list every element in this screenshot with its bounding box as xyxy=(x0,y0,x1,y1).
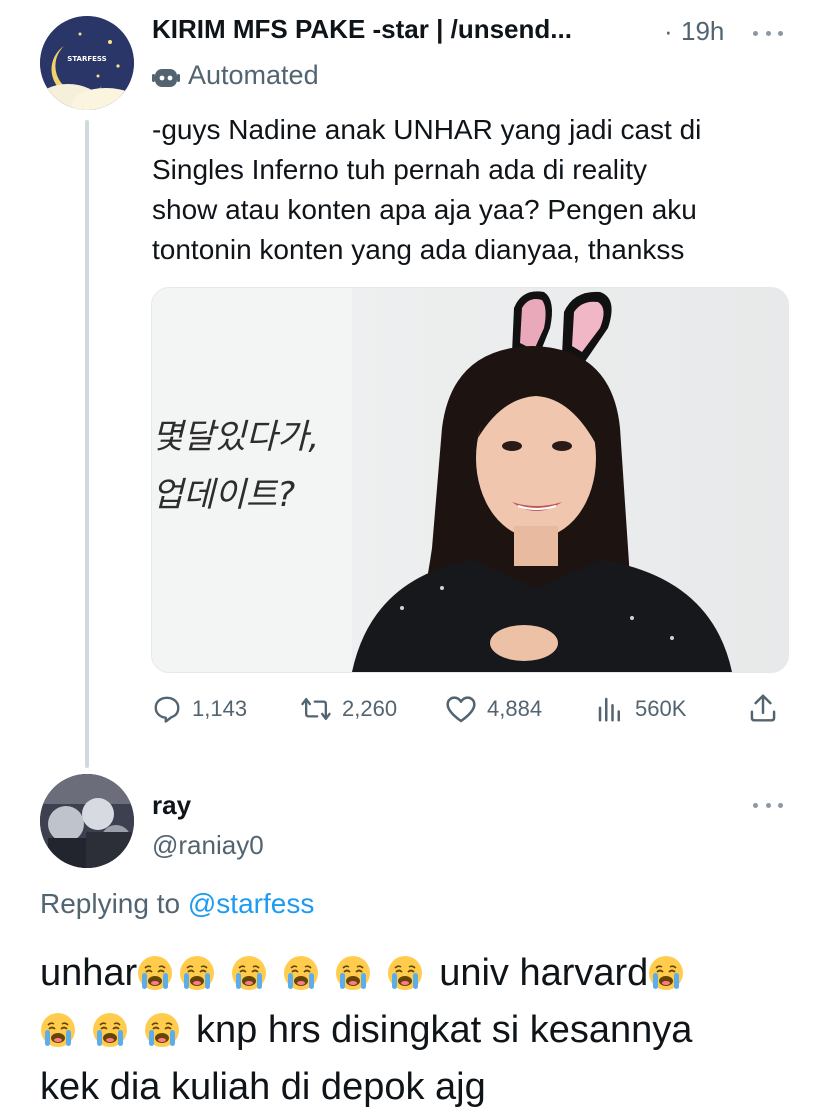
tweet-text-line: Singles Inferno tuh pernah ada di realit… xyxy=(152,154,647,185)
replying-to-handle-link[interactable]: @starfess xyxy=(188,888,314,919)
ray-avatar[interactable] xyxy=(40,774,134,868)
reply-text: unhar univ harvard knp hrs disingkat si k… xyxy=(40,945,800,1116)
crying-face-icon xyxy=(335,955,372,991)
like-count: 4,884 xyxy=(487,696,543,721)
reply-author-name[interactable]: ray xyxy=(152,790,191,821)
thread-line xyxy=(85,120,89,768)
media-caption-line: 업데이트? xyxy=(152,475,295,515)
reply-word: unhar xyxy=(40,952,138,994)
starfess-avatar[interactable]: STARFESS xyxy=(40,16,134,110)
reply-button[interactable]: 1,143 xyxy=(152,694,247,724)
tweet-text: -guys Nadine anak UNHAR yang jadi cast d… xyxy=(152,110,792,270)
replying-to: Replying to @starfess xyxy=(40,888,314,920)
time-separator: · xyxy=(664,16,673,46)
more-options-icon[interactable] xyxy=(753,29,783,37)
replying-to-label: Replying to xyxy=(40,888,181,919)
views-count: 560K xyxy=(635,696,687,721)
reply-word: knp hrs disingkat si kesannya xyxy=(196,1009,693,1051)
tweet-media-image[interactable]: 몇달있다가, 업데이트? xyxy=(151,287,789,673)
more-options-icon[interactable] xyxy=(753,801,783,809)
svg-text:STARFESS: STARFESS xyxy=(67,55,106,63)
reply-word: univ harvard xyxy=(439,952,649,994)
tweet-timestamp[interactable]: 19h xyxy=(681,16,724,47)
reply-text-line: knp hrs disingkat si kesannya xyxy=(40,1002,800,1059)
retweet-count: 2,260 xyxy=(342,696,398,721)
share-button[interactable] xyxy=(748,692,778,724)
share-icon xyxy=(750,694,776,722)
retweet-icon xyxy=(301,697,331,721)
automated-label: Automated xyxy=(188,60,319,90)
reply-text-line: kek dia kuliah di depok ajg xyxy=(40,1066,486,1108)
like-button[interactable]: 4,884 xyxy=(445,694,542,724)
heart-icon xyxy=(446,696,476,723)
reply-author-handle[interactable]: @raniay0 xyxy=(152,830,264,861)
reply-text-line: unhar univ harvard xyxy=(40,945,800,1002)
author-name[interactable]: KIRIM MFS PAKE -star | /unsend... xyxy=(152,14,572,45)
analytics-icon xyxy=(598,697,620,722)
retweet-button[interactable]: 2,260 xyxy=(300,694,397,724)
crying-face-icon xyxy=(40,1012,76,1048)
media-caption-line: 몇달있다가, xyxy=(152,417,319,457)
crying-face-icon xyxy=(283,955,320,991)
crying-face-icon xyxy=(144,1012,180,1048)
reply-icon xyxy=(154,696,180,723)
crying-face-icon xyxy=(231,955,268,991)
crying-face-icon xyxy=(648,955,685,991)
tweet-text-line: tontonin konten yang ada dianyaa, thanks… xyxy=(152,234,685,265)
crying-face-icon xyxy=(387,955,424,991)
crying-face-icon xyxy=(92,1012,128,1048)
tweet-text-line: -guys Nadine anak UNHAR yang jadi cast d… xyxy=(152,114,702,145)
automated-bot-icon xyxy=(152,64,180,90)
crying-face-icon xyxy=(179,955,216,991)
tweet-text-line: show atau konten apa aja yaa? Pengen aku xyxy=(152,194,697,225)
views-button[interactable]: 560K xyxy=(595,694,686,724)
crying-face-icon xyxy=(137,955,174,991)
reply-count: 1,143 xyxy=(192,696,248,721)
